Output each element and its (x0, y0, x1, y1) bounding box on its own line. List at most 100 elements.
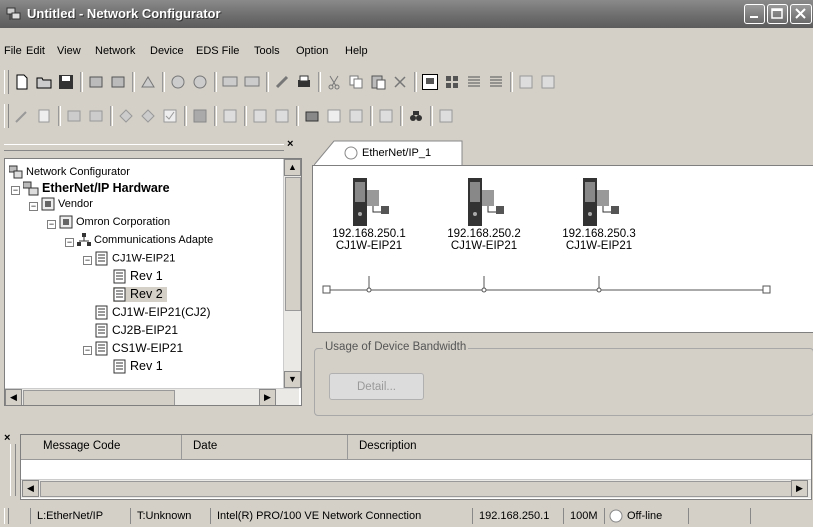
monitor-icon[interactable] (222, 74, 238, 90)
device-node-2[interactable]: 192.168.250.2 CJ1W-EIP21 (434, 176, 534, 252)
zoom-in-icon[interactable] (518, 74, 534, 90)
verify-icon[interactable] (162, 108, 178, 124)
network-diagram[interactable]: 192.168.250.1 CJ1W-EIP21 192.168.250.2 C… (312, 165, 813, 333)
tree-item-omron[interactable]: Omron Corporation (59, 215, 170, 229)
message-pane-close-icon[interactable]: × (4, 432, 10, 444)
menu-view[interactable]: View (57, 45, 81, 57)
menu-tools[interactable]: Tools (254, 45, 280, 57)
collapse-toggle[interactable]: − (29, 202, 38, 211)
wizard-icon[interactable] (14, 108, 30, 124)
collapse-toggle[interactable]: − (83, 256, 92, 265)
scroll-thumb[interactable] (40, 481, 792, 497)
scroll-thumb[interactable] (23, 390, 175, 405)
eds-icon (95, 341, 108, 356)
message-pane-grip[interactable] (10, 444, 16, 496)
toolbar-grip[interactable] (4, 70, 9, 94)
scroll-right-button[interactable]: ▶ (259, 389, 276, 405)
paste-icon[interactable] (370, 74, 386, 90)
zoom-out-icon[interactable] (540, 74, 556, 90)
tree-item-cj1w-eip21-cj2[interactable]: CJ1W-EIP21(CJ2) (95, 305, 210, 320)
tree-vertical-scrollbar[interactable]: ▲ ▼ (283, 159, 301, 388)
tree-item-communications-adapter[interactable]: Communications Adapte (77, 233, 213, 247)
message-list[interactable]: Message Code Date Description ◀ ▶ (20, 434, 812, 500)
upload-icon[interactable] (88, 74, 104, 90)
toolbar-separator (414, 72, 417, 92)
parameter-icon[interactable] (274, 74, 290, 90)
scroll-up-button[interactable]: ▲ (284, 159, 301, 176)
pane-close-icon[interactable]: × (287, 138, 293, 150)
clear-icon[interactable] (326, 108, 342, 124)
tree-item-cj1w-eip21[interactable]: CJ1W-EIP21 (95, 251, 175, 266)
small-icons-icon[interactable] (444, 74, 460, 90)
network-parameter-icon[interactable] (304, 108, 320, 124)
list-view-icon[interactable] (466, 74, 482, 90)
connection-icon[interactable] (222, 108, 238, 124)
find-icon[interactable] (408, 108, 424, 124)
collapse-toggle[interactable]: − (47, 220, 56, 229)
tree-item-vendor[interactable]: Vendor (41, 197, 93, 211)
change-ip-icon[interactable] (274, 108, 290, 124)
title-bar[interactable]: Untitled - Network Configurator (0, 0, 813, 28)
compare-icon[interactable] (140, 74, 156, 90)
tree-root[interactable]: Network Configurator (9, 165, 130, 179)
copy-icon[interactable] (348, 74, 364, 90)
scroll-right-button[interactable]: ▶ (791, 480, 808, 497)
scroll-left-button[interactable]: ◀ (5, 389, 22, 405)
details-view-icon[interactable] (488, 74, 504, 90)
menu-edit[interactable]: Edit (26, 45, 45, 57)
device-properties-icon[interactable] (36, 108, 52, 124)
tree-item-cs1w-rev1[interactable]: Rev 1 (113, 359, 163, 374)
tree-item-cs1w-eip21[interactable]: CS1W-EIP21 (95, 341, 183, 356)
column-description[interactable]: Description (359, 440, 417, 452)
save-icon[interactable] (58, 74, 74, 90)
menu-option[interactable]: Option (296, 45, 328, 57)
close-button[interactable] (790, 4, 812, 24)
large-icons-icon[interactable] (422, 74, 438, 90)
menu-file[interactable]: File (4, 45, 22, 57)
mode-icon[interactable] (192, 108, 208, 124)
upload-device-icon[interactable] (118, 108, 134, 124)
column-message-code[interactable]: Message Code (43, 440, 120, 452)
new-file-icon[interactable] (14, 74, 30, 90)
delete-icon[interactable] (392, 74, 408, 90)
tree-item-ethernet-ip-hardware[interactable]: EtherNet/IP Hardware (23, 181, 170, 196)
register-icon[interactable] (252, 108, 268, 124)
tree-item-rev1[interactable]: Rev 1 (113, 269, 163, 284)
collapse-toggle[interactable]: − (11, 186, 20, 195)
monitor-all-icon[interactable] (244, 74, 260, 90)
error-history-icon[interactable] (378, 108, 394, 124)
maximize-button[interactable] (767, 4, 788, 24)
disconnect-icon[interactable] (192, 74, 208, 90)
print-icon[interactable] (296, 74, 312, 90)
tree-item-rev2-selected[interactable]: Rev 2 (113, 287, 167, 303)
tree-horizontal-scrollbar[interactable]: ◀ ▶ (5, 388, 299, 405)
minimize-button[interactable] (744, 4, 765, 24)
device-node-3[interactable]: 192.168.250.3 CJ1W-EIP21 (549, 176, 649, 252)
download-device-icon[interactable] (140, 108, 156, 124)
collapse-toggle[interactable]: − (83, 346, 92, 355)
collapse-toggle[interactable]: − (65, 238, 74, 247)
cut-icon[interactable] (326, 74, 342, 90)
hardware-tree[interactable]: Network Configurator − EtherNet/IP Hardw… (4, 158, 302, 406)
settings-icon[interactable] (438, 108, 454, 124)
scroll-thumb[interactable] (285, 177, 301, 311)
download-icon[interactable] (110, 74, 126, 90)
menu-help[interactable]: Help (345, 45, 368, 57)
online-icon[interactable] (66, 108, 82, 124)
column-date[interactable]: Date (193, 440, 217, 452)
toolbar-grip[interactable] (4, 104, 9, 128)
menu-device[interactable]: Device (150, 45, 184, 57)
detail-button[interactable]: Detail... (329, 373, 424, 400)
connect-icon[interactable] (170, 74, 186, 90)
scroll-left-button[interactable]: ◀ (22, 480, 39, 497)
monitor-device-icon[interactable] (348, 108, 364, 124)
menu-eds-file[interactable]: EDS File (196, 45, 239, 57)
open-folder-icon[interactable] (36, 74, 52, 90)
device-node-1[interactable]: 192.168.250.1 CJ1W-EIP21 (319, 176, 419, 252)
offline-icon[interactable] (88, 108, 104, 124)
tree-item-cj2b-eip21[interactable]: CJ2B-EIP21 (95, 323, 178, 338)
menu-network[interactable]: Network (95, 45, 135, 57)
pane-grip[interactable] (4, 144, 284, 151)
scroll-down-button[interactable]: ▼ (284, 371, 301, 388)
message-horizontal-scrollbar[interactable]: ◀ ▶ (21, 479, 811, 498)
